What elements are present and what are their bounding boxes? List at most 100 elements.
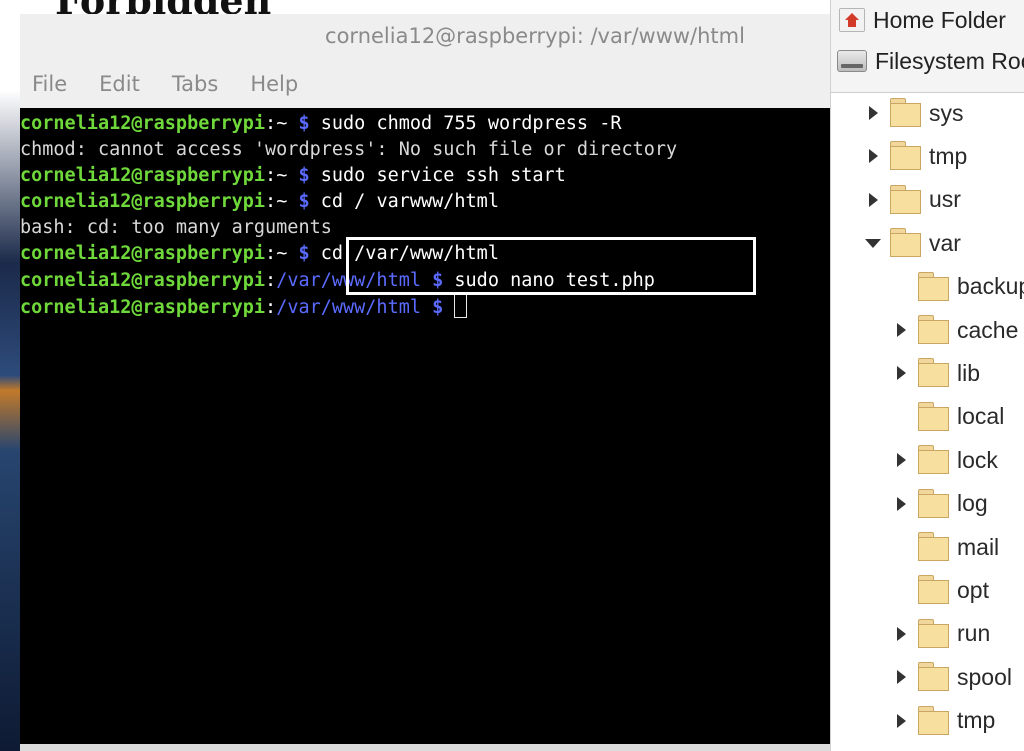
- tree-item-lock[interactable]: lock: [893, 440, 998, 480]
- tree-item-sys[interactable]: sys: [865, 93, 964, 133]
- folder-icon: [889, 141, 923, 171]
- tree-item-opt[interactable]: opt: [893, 570, 989, 610]
- annotation-highlight-box: [346, 237, 756, 295]
- browser-page-fragment: Forbidden: [0, 0, 830, 14]
- tree-item-lib[interactable]: lib: [893, 353, 980, 393]
- place-item[interactable]: Filesystem Root: [831, 41, 1024, 81]
- tree-item-local[interactable]: local: [893, 397, 1004, 437]
- typed-command: cd / varwww/html: [320, 191, 499, 213]
- tree-item-backups[interactable]: backups: [893, 267, 1024, 307]
- terminal-line: cornelia12@raspberrypi:~ $ cd / varwww/h…: [20, 189, 830, 215]
- prompt-separator: :: [265, 296, 277, 318]
- tree-item-log[interactable]: log: [893, 484, 988, 524]
- terminal-window[interactable]: cornelia12@raspberrypi: /var/www/html Fi…: [20, 14, 830, 744]
- tree-item-usr[interactable]: usr: [865, 180, 961, 220]
- place-label: Home Folder: [873, 6, 1006, 33]
- folder-icon: [917, 662, 951, 692]
- terminal-output[interactable]: cornelia12@raspberrypi:~ $ sudo chmod 75…: [20, 108, 830, 744]
- prompt-user: cornelia12@raspberrypi: [20, 165, 266, 187]
- text-cursor: [454, 293, 468, 318]
- folder-icon: [917, 705, 951, 736]
- folder-label: opt: [957, 576, 989, 603]
- desktop-background: [0, 0, 20, 751]
- expand-arrow-icon[interactable]: [893, 320, 909, 340]
- prompt-separator: :: [265, 165, 277, 187]
- folder-icon: [889, 184, 923, 215]
- expand-arrow-icon[interactable]: [865, 146, 881, 166]
- expand-arrow-icon[interactable]: [865, 190, 881, 210]
- folder-label: log: [957, 490, 988, 517]
- folder-label: lib: [957, 359, 981, 386]
- prompt-user: cornelia12@raspberrypi: [20, 269, 266, 291]
- prompt-separator: :: [265, 191, 277, 213]
- folder-icon: [889, 98, 923, 128]
- expand-arrow-icon[interactable]: [893, 667, 909, 687]
- folder-label: usr: [929, 186, 961, 213]
- folder-icon: [917, 575, 951, 605]
- folder-icon: [917, 445, 951, 475]
- typed-command: sudo service ssh start: [320, 165, 566, 187]
- place-label: Filesystem Root: [875, 47, 1024, 74]
- prompt-path: ~: [276, 113, 288, 134]
- expand-arrow-icon[interactable]: [893, 624, 909, 644]
- folder-icon: [917, 315, 951, 345]
- folder-label: tmp: [929, 142, 968, 169]
- folder-icon: [917, 401, 951, 432]
- folder-icon: [917, 488, 951, 519]
- file-manager-panel: Home Folder Filesystem Root sys tmp usr var b…: [830, 0, 1024, 751]
- folder-label: backups: [957, 273, 1024, 300]
- prompt-user: cornelia12@raspberrypi: [20, 296, 266, 318]
- folder-icon: [917, 358, 951, 388]
- folder-label: cache: [957, 316, 1019, 343]
- folder-label: run: [957, 620, 991, 647]
- folder-icon: [917, 618, 951, 649]
- collapse-arrow-icon[interactable]: [865, 233, 881, 253]
- folder-label: mail: [957, 533, 1000, 560]
- prompt-separator: :: [265, 243, 277, 265]
- prompt-path: /var/www/html: [276, 296, 421, 318]
- prompt-symbol: $: [287, 191, 321, 213]
- terminal-line: cornelia12@raspberrypi:/var/www/html $: [20, 293, 830, 320]
- tree-item-run[interactable]: run: [893, 614, 990, 654]
- prompt-user: cornelia12@raspberrypi: [20, 113, 266, 134]
- tree-item-var[interactable]: var: [865, 223, 961, 263]
- tree-item-spool[interactable]: spool: [893, 657, 1012, 697]
- tree-item-tmp[interactable]: tmp: [865, 136, 967, 176]
- folder-icon: [889, 228, 923, 258]
- typed-command: sudo chmod 755 wordpress -R: [320, 113, 622, 134]
- expand-arrow-icon[interactable]: [865, 103, 881, 123]
- command-output: chmod: cannot access 'wordpress': No suc…: [20, 139, 678, 161]
- menu-tabs[interactable]: Tabs: [172, 72, 219, 96]
- drive-icon: [837, 50, 867, 72]
- window-title: cornelia12@raspberrypi: /var/www/html: [325, 24, 745, 48]
- menu-file[interactable]: File: [32, 72, 67, 96]
- terminal-line: chmod: cannot access 'wordpress': No suc…: [20, 137, 830, 163]
- prompt-path: ~: [276, 165, 288, 187]
- page-heading: Forbidden: [55, 0, 271, 14]
- place-item[interactable]: Home Folder: [831, 0, 1006, 40]
- folder-label: sys: [929, 99, 964, 126]
- prompt-separator: :: [265, 113, 277, 134]
- tree-item-tmp[interactable]: tmp: [893, 701, 995, 741]
- terminal-titlebar[interactable]: cornelia12@raspberrypi: /var/www/html: [20, 14, 830, 60]
- menu-help[interactable]: Help: [250, 72, 298, 96]
- expand-arrow-icon[interactable]: [893, 363, 909, 383]
- expand-arrow-icon[interactable]: [893, 711, 909, 731]
- command-output: bash: cd: too many arguments: [20, 217, 332, 239]
- expand-arrow-icon[interactable]: [893, 450, 909, 470]
- folder-label: lock: [957, 446, 998, 473]
- expand-arrow-icon[interactable]: [893, 494, 909, 514]
- folder-label: local: [957, 403, 1005, 430]
- places-list: Home Folder Filesystem Root: [831, 0, 1024, 93]
- prompt-user: cornelia12@raspberrypi: [20, 191, 266, 213]
- prompt-symbol: $: [287, 113, 321, 134]
- tree-item-mail[interactable]: mail: [893, 527, 999, 567]
- prompt-separator: :: [265, 269, 277, 291]
- menu-edit[interactable]: Edit: [99, 72, 140, 96]
- prompt-symbol: $: [287, 243, 321, 265]
- tree-item-cache[interactable]: cache: [893, 310, 1018, 350]
